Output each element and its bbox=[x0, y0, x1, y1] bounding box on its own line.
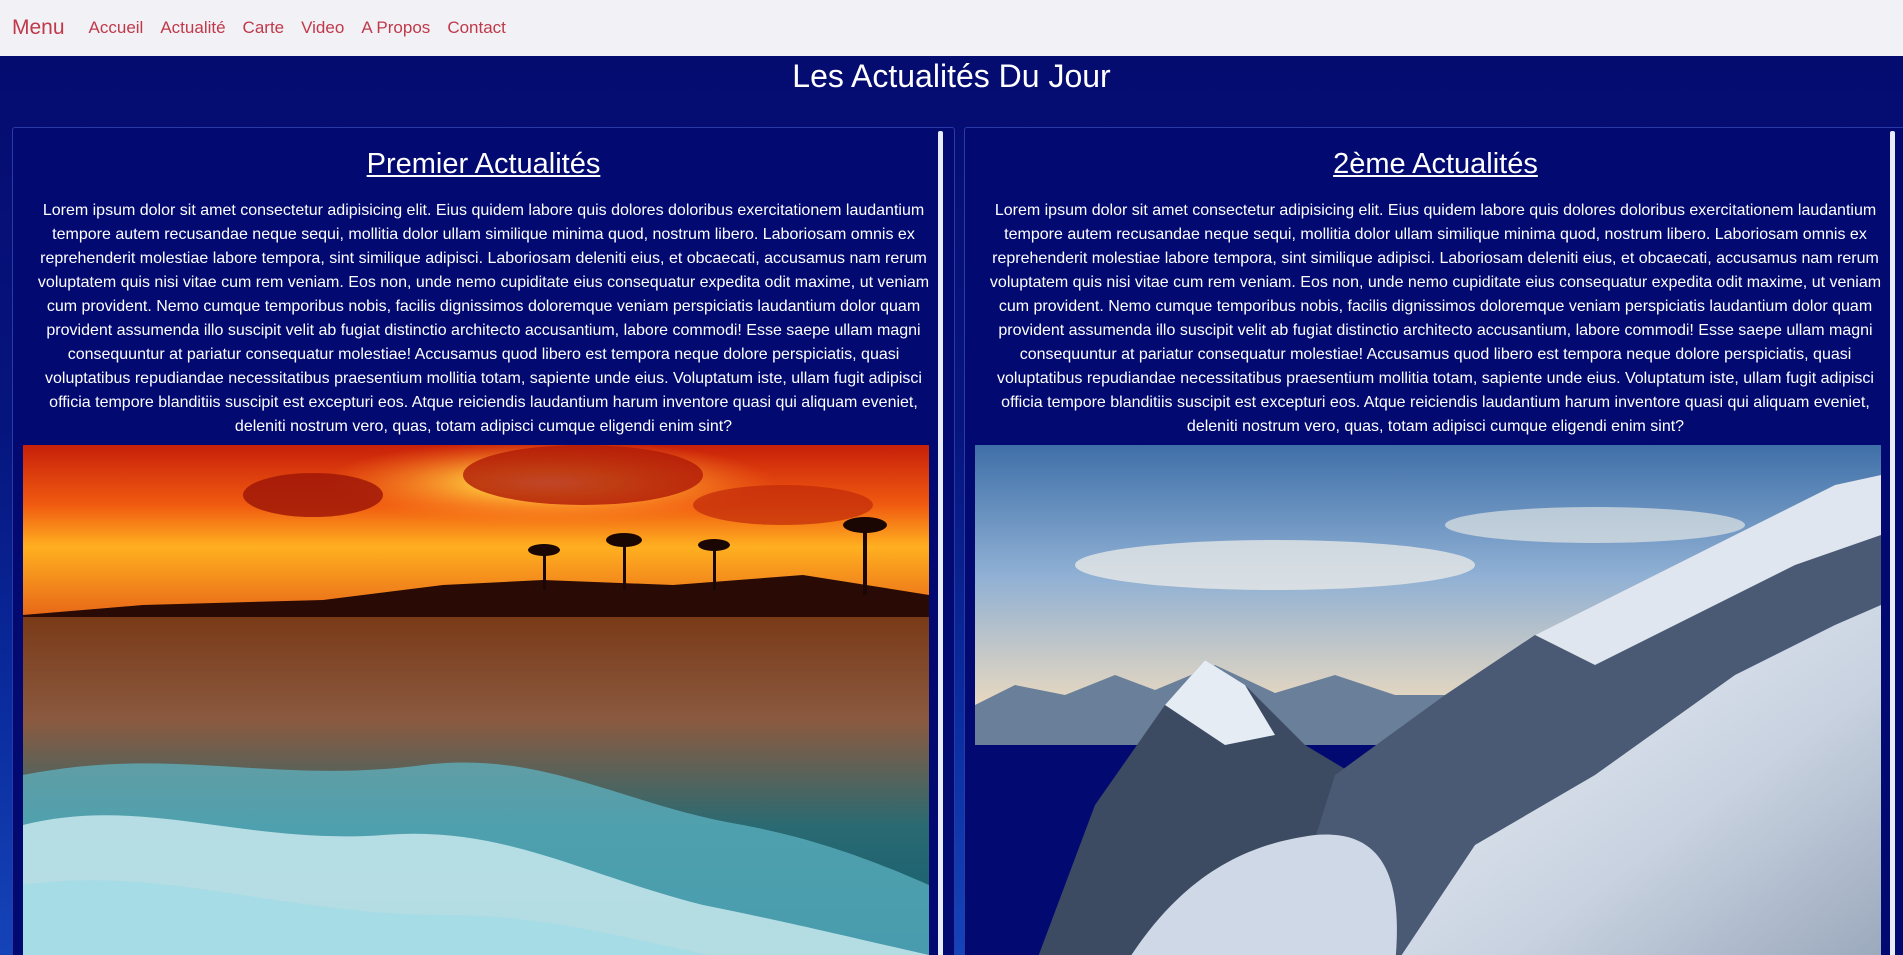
sunset-beach-illustration bbox=[23, 445, 929, 955]
article-image-snowy-mountains bbox=[975, 445, 1881, 955]
card-divider bbox=[938, 131, 943, 955]
nav-link-video[interactable]: Video bbox=[301, 18, 344, 38]
article-title: 2ème Actualités bbox=[1333, 148, 1538, 180]
top-navbar: Menu Accueil Actualité Carte Video A Pro… bbox=[0, 0, 1903, 56]
article-text: Lorem ipsum dolor sit amet consectetur a… bbox=[989, 202, 1882, 435]
page-title: Les Actualités Du Jour bbox=[792, 58, 1111, 94]
article-text: Lorem ipsum dolor sit amet consectetur a… bbox=[37, 202, 930, 435]
nav-link-accueil[interactable]: Accueil bbox=[89, 18, 144, 38]
nav-link-actualite[interactable]: Actualité bbox=[160, 18, 225, 38]
snowy-mountains-illustration bbox=[975, 445, 1881, 955]
nav-link-a-propos[interactable]: A Propos bbox=[361, 18, 430, 38]
menu-brand[interactable]: Menu bbox=[12, 16, 65, 40]
article-image-sunset-beach bbox=[23, 445, 929, 955]
article-card-1: Premier Actualités Lorem ipsum dolor sit… bbox=[12, 127, 955, 955]
nav-link-contact[interactable]: Contact bbox=[447, 18, 506, 38]
article-title: Premier Actualités bbox=[366, 148, 601, 180]
article-card-2: 2ème Actualités Lorem ipsum dolor sit am… bbox=[964, 127, 1903, 955]
nav-link-carte[interactable]: Carte bbox=[243, 18, 285, 38]
card-divider bbox=[1890, 131, 1895, 955]
